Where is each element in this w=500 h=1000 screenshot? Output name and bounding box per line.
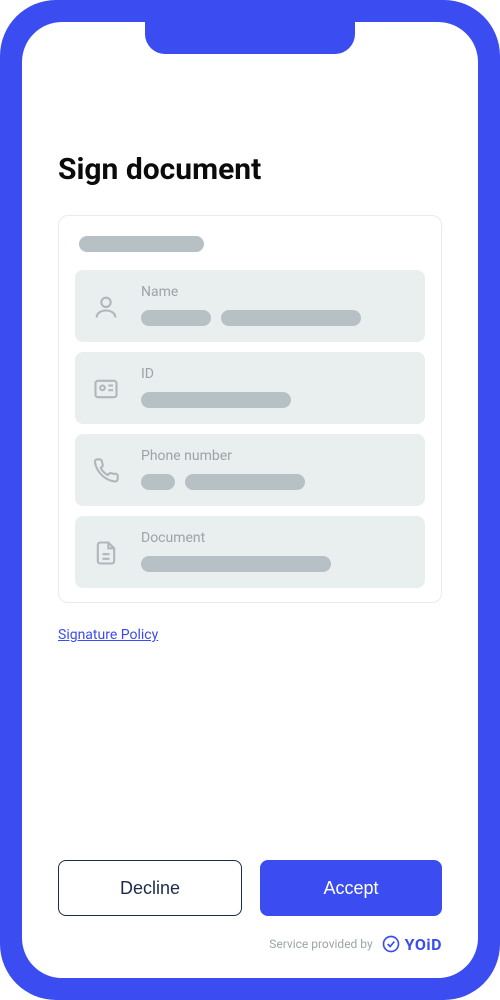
person-icon bbox=[91, 292, 121, 322]
yoid-mark-icon bbox=[381, 934, 401, 954]
field-phone-label: Phone number bbox=[141, 448, 409, 464]
phone-screen: Sign document Name bbox=[22, 22, 478, 978]
accept-button[interactable]: Accept bbox=[260, 860, 442, 916]
phone-frame: Sign document Name bbox=[0, 0, 500, 1000]
summary-card: Name ID bbox=[58, 215, 442, 603]
yoid-logo: YOiD bbox=[381, 934, 442, 954]
footer: Service provided by YOiD bbox=[58, 934, 442, 978]
id-card-icon bbox=[91, 374, 121, 404]
field-id-value-placeholder bbox=[141, 392, 409, 408]
field-name: Name bbox=[75, 270, 425, 342]
document-icon bbox=[91, 538, 121, 568]
action-buttons: Decline Accept bbox=[58, 790, 442, 916]
field-name-label: Name bbox=[141, 284, 409, 300]
content-area: Sign document Name bbox=[58, 22, 442, 978]
field-id: ID bbox=[75, 352, 425, 424]
signature-policy-link[interactable]: Signature Policy bbox=[58, 627, 442, 643]
decline-button[interactable]: Decline bbox=[58, 860, 242, 916]
field-phone: Phone number bbox=[75, 434, 425, 506]
field-document: Document bbox=[75, 516, 425, 588]
field-document-label: Document bbox=[141, 530, 409, 546]
page-title: Sign document bbox=[58, 152, 442, 187]
field-document-value-placeholder bbox=[141, 556, 409, 572]
field-id-label: ID bbox=[141, 366, 409, 382]
field-name-value-placeholder bbox=[141, 310, 409, 326]
phone-notch bbox=[145, 22, 355, 54]
yoid-brand-text: YOiD bbox=[405, 935, 442, 954]
phone-icon bbox=[91, 456, 121, 486]
card-header-placeholder bbox=[79, 236, 204, 252]
field-phone-value-placeholder bbox=[141, 474, 409, 490]
footer-text: Service provided by bbox=[269, 937, 372, 951]
